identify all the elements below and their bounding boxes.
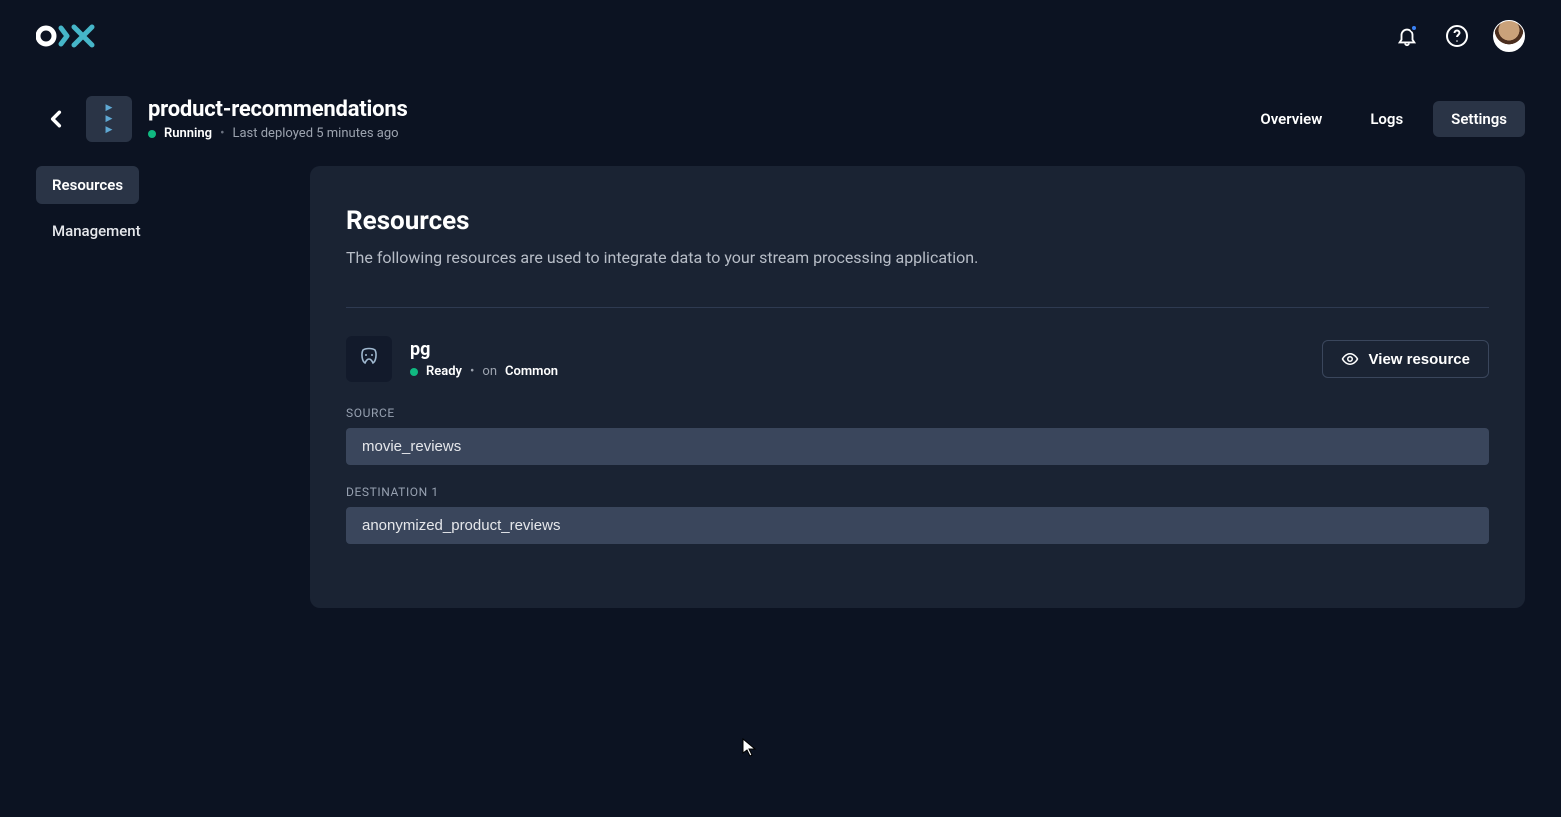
header-tabs: Overview Logs Settings	[1242, 101, 1525, 137]
panel-subtitle: The following resources are used to inte…	[346, 248, 1489, 267]
top-bar	[0, 0, 1561, 72]
arrow-icon: ▶	[106, 115, 113, 124]
sidebar: Resources Management	[36, 166, 286, 250]
app-icon: ▶ ▶ ▶	[86, 96, 132, 142]
resource-status: Ready	[426, 364, 462, 379]
resource-on-prefix: on	[482, 364, 497, 379]
resource-left: pg Ready • on Common	[346, 336, 558, 382]
resource-header: pg Ready • on Common View resource	[346, 336, 1489, 382]
tab-overview[interactable]: Overview	[1242, 101, 1340, 137]
deployed-text: Last deployed 5 minutes ago	[232, 126, 398, 141]
resources-panel: Resources The following resources are us…	[310, 166, 1525, 608]
body: Resources Management Resources The follo…	[0, 154, 1561, 608]
cursor-icon	[742, 738, 758, 758]
view-resource-button[interactable]: View resource	[1322, 340, 1489, 378]
app-title-block: product-recommendations Running • Last d…	[148, 97, 408, 141]
help-icon	[1445, 24, 1469, 48]
brand-logo[interactable]	[36, 23, 98, 49]
back-button[interactable]	[36, 96, 76, 142]
tab-settings[interactable]: Settings	[1433, 101, 1525, 137]
page-title: product-recommendations	[148, 97, 408, 122]
destination-input[interactable]	[346, 507, 1489, 544]
status-dot-icon	[410, 368, 418, 376]
resource-meta: pg Ready • on Common	[410, 339, 558, 379]
separator: •	[470, 364, 474, 379]
tab-logs[interactable]: Logs	[1352, 101, 1421, 137]
arrow-icon: ▶	[106, 104, 113, 113]
app-status: Running	[164, 126, 212, 141]
sidebar-item-management[interactable]: Management	[36, 212, 157, 250]
source-label: SOURCE	[346, 406, 1489, 420]
notification-dot-icon	[1410, 24, 1418, 32]
view-resource-label: View resource	[1369, 351, 1470, 368]
topbar-actions	[1393, 20, 1525, 52]
app-subline: Running • Last deployed 5 minutes ago	[148, 126, 408, 141]
help-button[interactable]	[1443, 22, 1471, 50]
chevron-left-icon	[49, 110, 63, 128]
resource-subline: Ready • on Common	[410, 364, 558, 379]
panel-title: Resources	[346, 206, 1489, 236]
source-input[interactable]	[346, 428, 1489, 465]
status-dot-icon	[148, 130, 156, 138]
resource-env: Common	[505, 364, 558, 379]
user-avatar[interactable]	[1493, 20, 1525, 52]
sidebar-item-resources[interactable]: Resources	[36, 166, 139, 204]
page-header: ▶ ▶ ▶ product-recommendations Running • …	[0, 72, 1561, 154]
postgres-icon	[346, 336, 392, 382]
eye-icon	[1341, 350, 1359, 368]
separator: •	[220, 126, 224, 141]
notifications-button[interactable]	[1393, 22, 1421, 50]
logo-icon	[36, 23, 98, 49]
destination-label: DESTINATION 1	[346, 485, 1489, 499]
arrow-icon: ▶	[106, 126, 113, 135]
divider	[346, 307, 1489, 308]
resource-name: pg	[410, 339, 558, 360]
